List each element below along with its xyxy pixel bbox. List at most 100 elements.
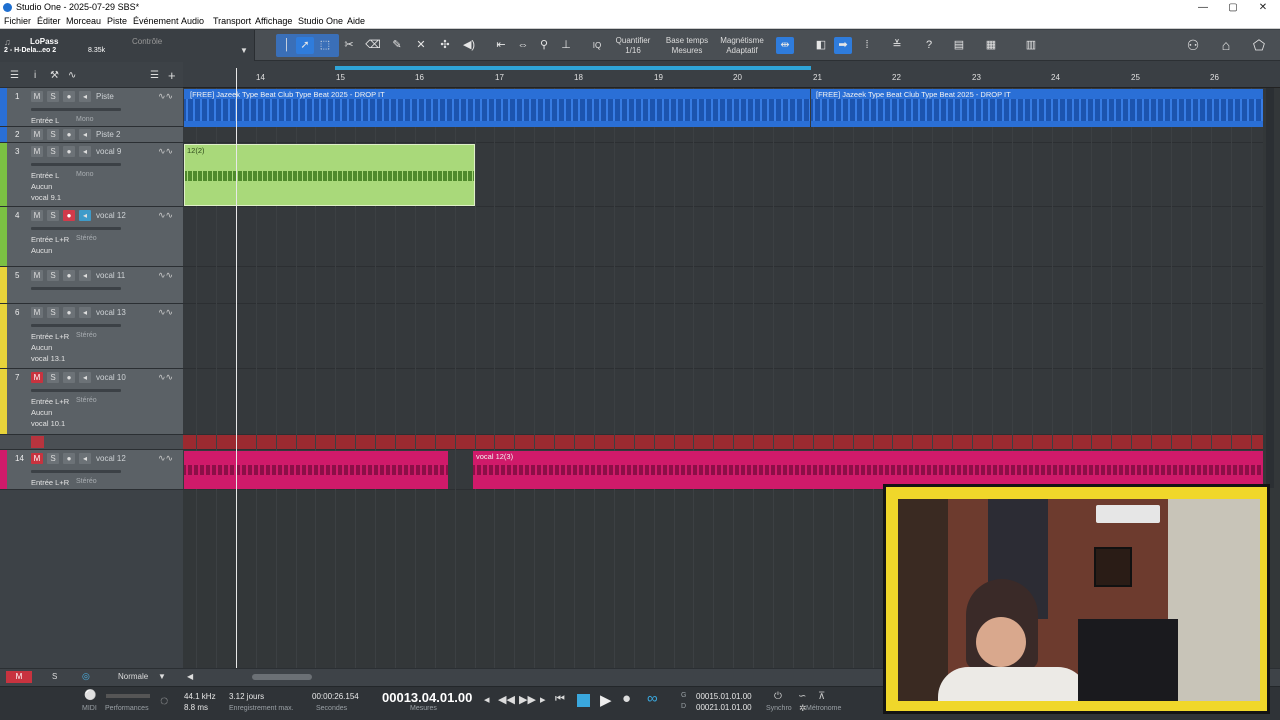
volume-slider[interactable]	[31, 108, 121, 111]
track-send[interactable]: Aucun	[31, 182, 52, 191]
record-transport-button[interactable]: ●	[622, 690, 631, 707]
track-name[interactable]: vocal 13	[96, 308, 126, 317]
menu-edit[interactable]: Éditer	[37, 16, 61, 26]
audio-clip-beat-b[interactable]: [FREE] Jazeek Type Beat Club Type Beat 2…	[811, 89, 1263, 127]
snap-toggle-icon[interactable]: ⇹	[776, 37, 794, 54]
audio-clip-vocal12-a[interactable]	[184, 451, 448, 489]
list-icon[interactable]: ☰	[150, 70, 159, 81]
waveform-icon[interactable]: ∿∿	[158, 146, 173, 157]
sync-icon[interactable]: ⏻	[774, 691, 782, 702]
record-button[interactable]: ●	[63, 453, 75, 464]
solo-button[interactable]: S	[47, 146, 59, 157]
track-input[interactable]: Entrée L+R	[31, 235, 69, 244]
record-button[interactable]: ●	[63, 372, 75, 383]
volume-slider[interactable]	[31, 324, 121, 327]
solo-button[interactable]: S	[47, 372, 59, 383]
mute-active-button[interactable]: M	[31, 453, 43, 464]
track-input[interactable]: Entrée L+R	[31, 332, 69, 341]
global-mute-button[interactable]: M	[6, 671, 32, 683]
restore-button[interactable]: ▢	[1218, 0, 1248, 15]
stretch-icon[interactable]: ⇔	[514, 37, 532, 54]
bend-tool-icon[interactable]: ✣	[436, 37, 454, 54]
volume-slider[interactable]	[31, 389, 121, 392]
goto-start-icon[interactable]: ⏮	[555, 693, 565, 706]
solo-button[interactable]: S	[47, 453, 59, 464]
track-input[interactable]: Entrée L	[31, 171, 59, 180]
audio-clip-beat-a[interactable]: [FREE] Jazeek Type Beat Club Type Beat 2…	[184, 89, 810, 127]
record-button[interactable]: ●	[63, 129, 75, 140]
add-track-icon[interactable]: +	[168, 68, 176, 83]
mute-button[interactable]: M	[31, 210, 43, 221]
track-14[interactable]: 14 M S ● ◂ vocal 12 ∿∿ Entrée L+R Stéréo	[0, 450, 183, 490]
track-7[interactable]: 7 M S ● ◂ vocal 10 ∿∿ Entrée L+R Stéréo …	[0, 369, 183, 435]
split-view-icon[interactable]: ⁞	[858, 37, 876, 54]
menu-view[interactable]: Affichage	[255, 16, 292, 26]
track-name[interactable]: Piste 2	[96, 130, 120, 139]
monitor-button[interactable]: ◂	[79, 129, 91, 140]
nudge-left-icon[interactable]: ⇤	[492, 37, 510, 54]
precount-icon[interactable]: ∽	[798, 691, 806, 702]
mute-button[interactable]: M	[31, 129, 43, 140]
track-name[interactable]: vocal 12	[96, 211, 126, 220]
monitor-button[interactable]: ◂	[79, 307, 91, 318]
snap-select[interactable]: Adaptatif	[716, 46, 768, 55]
menu-transport[interactable]: Transport	[213, 16, 251, 26]
track-playlist[interactable]: vocal 9.1	[31, 193, 61, 202]
track-input[interactable]: Entrée L+R	[31, 397, 69, 406]
listen-tool-icon[interactable]: ◀)	[460, 37, 478, 54]
menu-audio[interactable]: Audio	[181, 16, 204, 26]
track-send[interactable]: Aucun	[31, 408, 52, 417]
fast-forward-icon[interactable]: ▶▶	[519, 693, 536, 706]
global-solo-button[interactable]: S	[52, 672, 57, 681]
metronome-icon[interactable]: ⊼	[818, 691, 825, 702]
quantize-select[interactable]: 1/16	[610, 46, 656, 55]
cursor-bar-icon[interactable]: │	[278, 37, 296, 54]
lane-folder[interactable]	[183, 435, 1263, 450]
track-send[interactable]: Aucun	[31, 246, 52, 255]
arrow-tool-icon[interactable]: ➚	[296, 37, 314, 54]
record-armed-button[interactable]: ●	[63, 210, 75, 221]
wrench-icon[interactable]: ⚒	[50, 70, 59, 81]
grid-view-icon[interactable]: ▦	[982, 37, 1000, 54]
film-icon[interactable]: ▤	[950, 37, 968, 54]
lane-7[interactable]	[183, 369, 1263, 435]
autoscroll-icon[interactable]: ◧	[812, 37, 830, 54]
monitor-button[interactable]: ◂	[79, 372, 91, 383]
scroll-left-icon[interactable]: ◀	[187, 672, 193, 681]
menu-studio-one[interactable]: Studio One	[298, 16, 343, 26]
mute-button[interactable]: M	[31, 307, 43, 318]
lane-2[interactable]	[183, 127, 1263, 143]
track-playlist[interactable]: vocal 10.1	[31, 419, 65, 428]
mute-active-button[interactable]: M	[31, 372, 43, 383]
align-icon[interactable]: ≚	[888, 37, 906, 54]
play-button[interactable]: ▶	[600, 691, 612, 709]
stop-button[interactable]	[577, 694, 590, 707]
track-name[interactable]: Piste	[96, 92, 114, 101]
link-icon[interactable]: ◎	[82, 671, 90, 682]
record-button[interactable]: ●	[63, 146, 75, 157]
solo-button[interactable]: S	[47, 129, 59, 140]
menu-event[interactable]: Événement	[133, 16, 179, 26]
minimize-button[interactable]: —	[1188, 0, 1218, 15]
waveform-icon[interactable]: ∿∿	[158, 270, 173, 281]
timebase-select[interactable]: Mesures	[662, 46, 712, 55]
loop-end-value[interactable]: 00021.01.01.00	[696, 703, 752, 712]
waveform-icon[interactable]: ∿∿	[158, 453, 173, 464]
vertical-scrollbar[interactable]	[1266, 88, 1274, 488]
track-playlist[interactable]: vocal 13.1	[31, 354, 65, 363]
folder-track[interactable]	[0, 435, 183, 450]
solo-button[interactable]: S	[47, 91, 59, 102]
loop-start-value[interactable]: 00015.01.01.00	[696, 692, 752, 701]
track-6[interactable]: 6 M S ● ◂ vocal 13 ∿∿ Entrée L+R Stéréo …	[0, 304, 183, 369]
pencil-tool-icon[interactable]: ✎	[388, 37, 406, 54]
track-name[interactable]: vocal 11	[96, 271, 125, 280]
loop-range[interactable]	[335, 66, 811, 70]
mode-select[interactable]: Normale	[118, 672, 148, 681]
waveform-icon[interactable]: ∿∿	[158, 210, 173, 221]
automation-icon[interactable]: ∿	[68, 70, 76, 81]
split-tool-icon[interactable]: ✂	[340, 37, 358, 54]
track-input[interactable]: Entrée L	[31, 116, 59, 125]
follow-icon[interactable]: ➡	[834, 37, 852, 54]
eraser-tool-icon[interactable]: ⌫	[364, 37, 382, 54]
mute-button[interactable]: M	[31, 146, 43, 157]
